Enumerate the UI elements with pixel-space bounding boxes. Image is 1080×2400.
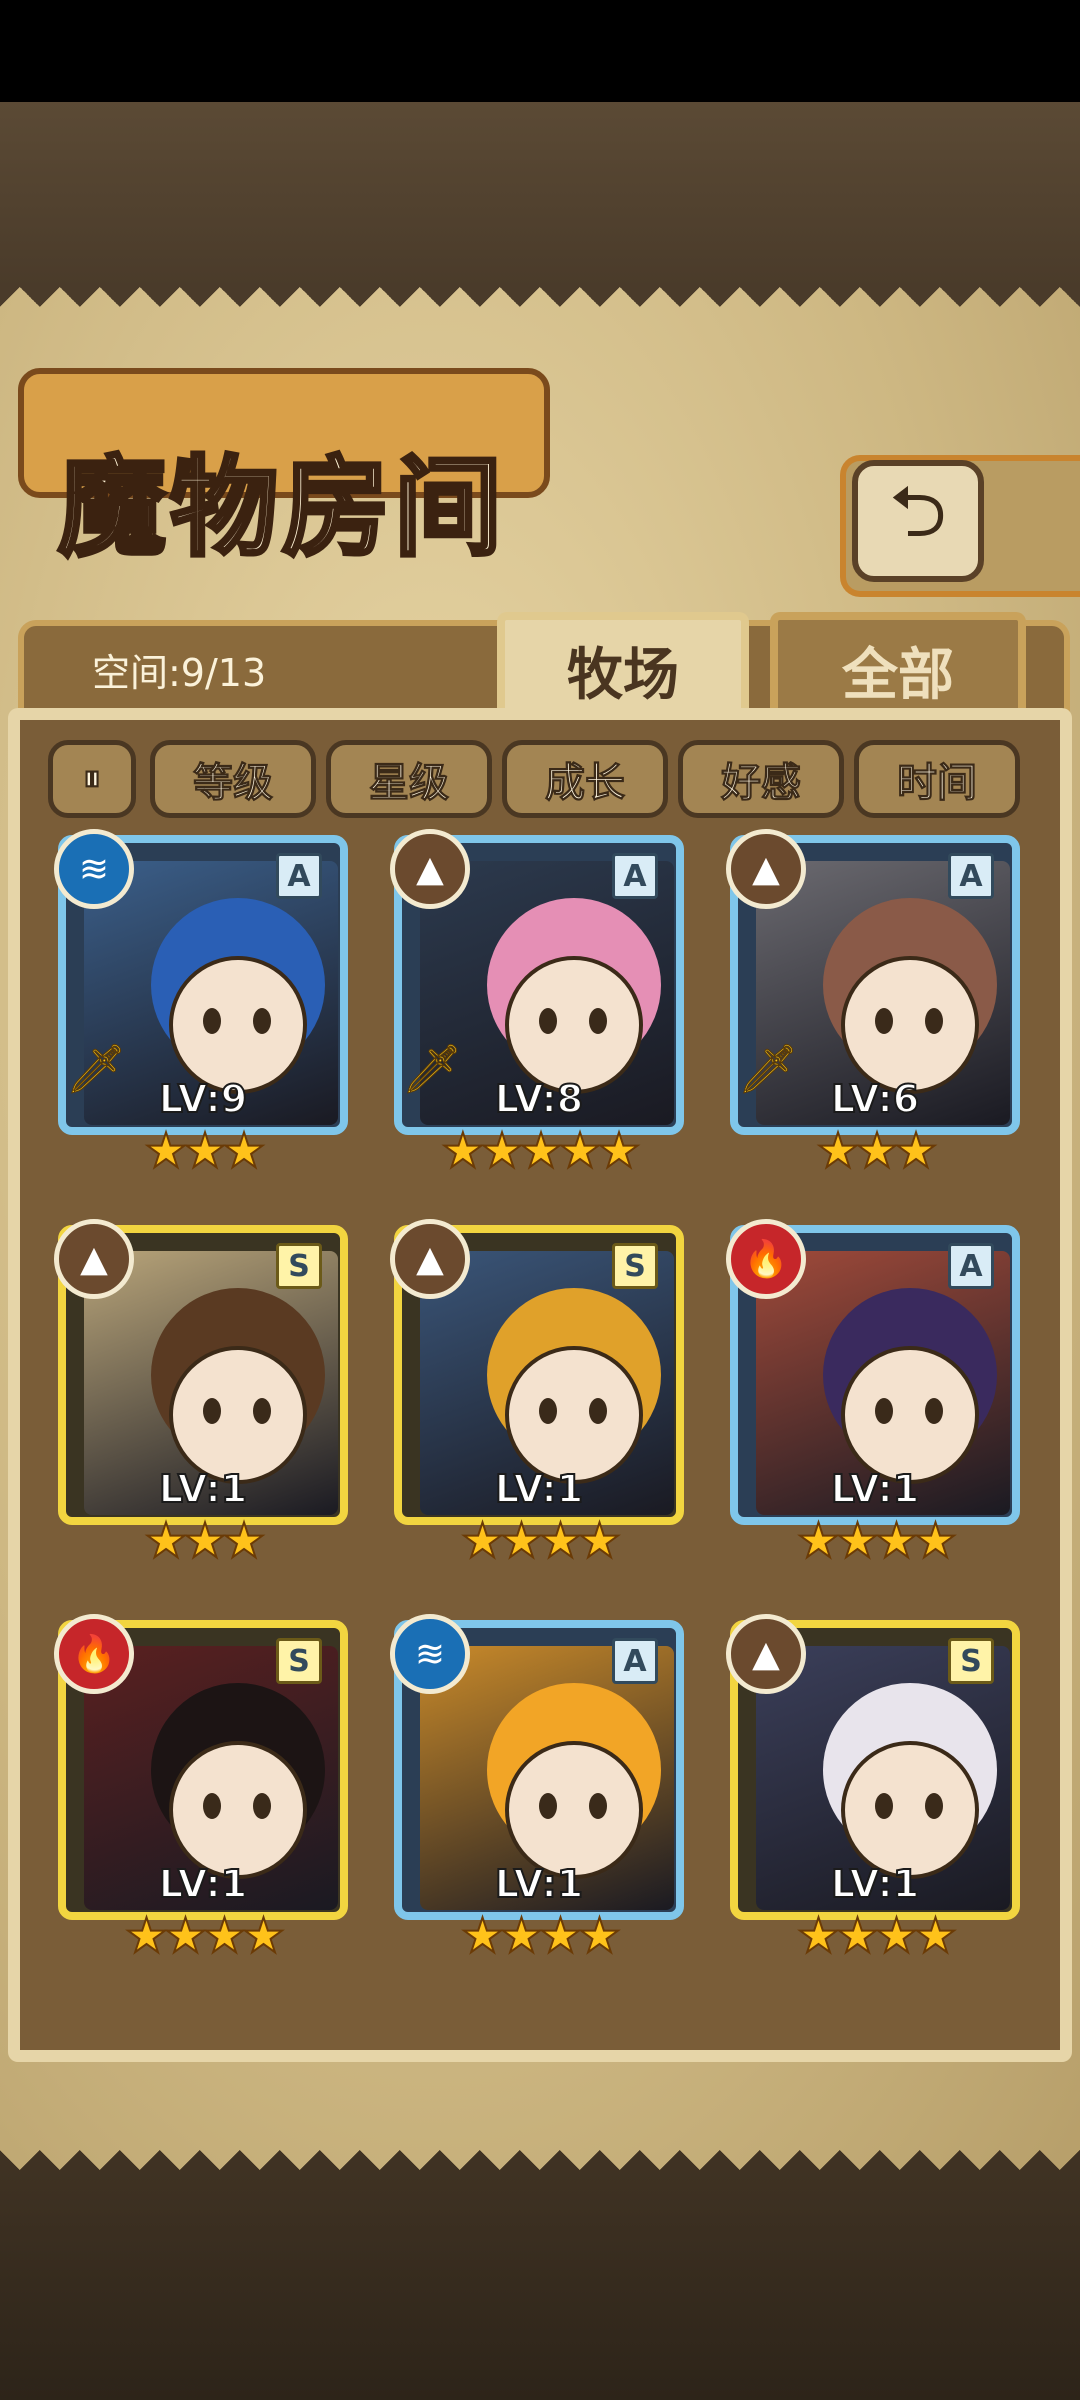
scroll-edge-top	[0, 287, 1080, 327]
page-title: 魔物房间	[56, 446, 507, 571]
space-counter: 空间:9/13	[92, 651, 267, 695]
eye-icon	[875, 1008, 893, 1034]
eye-icon	[925, 1793, 943, 1819]
eye-icon	[925, 1398, 943, 1424]
monster-face	[169, 1346, 307, 1484]
monster-card[interactable]: A ▲ 🗡 LV:8 ★★★★★	[390, 829, 694, 1179]
eye-icon	[875, 1793, 893, 1819]
scroll-edge-bottom	[0, 2130, 1080, 2170]
star-rating: ★★★★	[460, 1908, 622, 1964]
rank-badge: S	[612, 1243, 658, 1289]
tab-all[interactable]: 全部	[770, 612, 1026, 720]
back-button[interactable]: ⮌	[852, 460, 984, 582]
monster-level: LV:9	[158, 1076, 248, 1122]
pause-sort-icon: ⏸	[83, 758, 102, 800]
star-rating: ★★★★	[124, 1908, 286, 1964]
star-rating: ★★★★★	[440, 1123, 641, 1179]
eye-icon	[589, 1008, 607, 1034]
star-rating: ★★★★	[796, 1513, 958, 1569]
eye-icon	[253, 1398, 271, 1424]
return-arrow-icon: ⮌	[889, 469, 947, 553]
water-element-icon: ≋	[54, 829, 134, 909]
star-rating: ★★★	[815, 1123, 938, 1179]
monster-level: LV:1	[494, 1861, 584, 1907]
rank-badge: A	[612, 853, 658, 899]
sort-time-button[interactable]: 时间	[854, 740, 1020, 818]
monster-face	[841, 1346, 979, 1484]
rank-badge: A	[948, 1243, 994, 1289]
monster-level: LV:1	[830, 1861, 920, 1907]
monster-level: LV:1	[158, 1466, 248, 1512]
monster-face	[841, 956, 979, 1094]
monster-card[interactable]: S ▲ LV:1 ★★★★	[390, 1219, 694, 1569]
monster-card[interactable]: S 🔥 LV:1 ★★★★	[54, 1614, 358, 1964]
monster-card[interactable]: A ≋ LV:1 ★★★★	[390, 1614, 694, 1964]
eye-icon	[875, 1398, 893, 1424]
star-rating: ★★★★	[460, 1513, 622, 1569]
map-background-bottom	[0, 2170, 1080, 2400]
sort-star-button[interactable]: 星级	[326, 740, 492, 818]
eye-icon	[203, 1398, 221, 1424]
monster-card[interactable]: A ▲ 🗡 LV:6 ★★★	[726, 829, 1030, 1179]
rank-badge: S	[276, 1243, 322, 1289]
monster-level: LV:8	[494, 1076, 584, 1122]
monster-face	[169, 1741, 307, 1879]
star-rating: ★★★★	[796, 1908, 958, 1964]
eye-icon	[253, 1008, 271, 1034]
monster-level: LV:1	[494, 1466, 584, 1512]
eye-icon	[589, 1398, 607, 1424]
rank-badge: S	[948, 1638, 994, 1684]
fire-element-icon: 🔥	[726, 1219, 806, 1299]
rank-badge: A	[612, 1638, 658, 1684]
tab-ranch[interactable]: 牧场	[497, 612, 749, 720]
rank-badge: S	[276, 1638, 322, 1684]
monster-face	[505, 1346, 643, 1484]
fire-element-icon: 🔥	[54, 1614, 134, 1694]
earth-element-icon: ▲	[726, 829, 806, 909]
map-background-top	[0, 102, 1080, 287]
rank-badge: A	[948, 853, 994, 899]
eye-icon	[925, 1008, 943, 1034]
monster-card[interactable]: A 🔥 LV:1 ★★★★	[726, 1219, 1030, 1569]
eye-icon	[203, 1008, 221, 1034]
earth-element-icon: ▲	[390, 1219, 470, 1299]
eye-icon	[539, 1008, 557, 1034]
monster-card[interactable]: S ▲ LV:1 ★★★★	[726, 1614, 1030, 1964]
monster-level: LV:1	[158, 1861, 248, 1907]
monster-level: LV:1	[830, 1466, 920, 1512]
monster-level: LV:6	[830, 1076, 920, 1122]
monster-card[interactable]: S ▲ LV:1 ★★★	[54, 1219, 358, 1569]
earth-element-icon: ▲	[726, 1614, 806, 1694]
earth-element-icon: ▲	[54, 1219, 134, 1299]
eye-icon	[203, 1793, 221, 1819]
eye-icon	[539, 1398, 557, 1424]
earth-element-icon: ▲	[390, 829, 470, 909]
sort-growth-button[interactable]: 成长	[502, 740, 668, 818]
eye-icon	[589, 1793, 607, 1819]
eye-icon	[539, 1793, 557, 1819]
eye-icon	[253, 1793, 271, 1819]
monster-face	[841, 1741, 979, 1879]
monster-card[interactable]: A ≋ 🗡 LV:9 ★★★	[54, 829, 358, 1179]
star-rating: ★★★	[143, 1513, 266, 1569]
monster-face	[505, 1741, 643, 1879]
sort-order-toggle[interactable]: ⏸	[48, 740, 136, 818]
sort-level-button[interactable]: 等级	[150, 740, 316, 818]
monster-face	[505, 956, 643, 1094]
monster-face	[169, 956, 307, 1094]
sort-affection-button[interactable]: 好感	[678, 740, 844, 818]
star-rating: ★★★	[143, 1123, 266, 1179]
rank-badge: A	[276, 853, 322, 899]
water-element-icon: ≋	[390, 1614, 470, 1694]
